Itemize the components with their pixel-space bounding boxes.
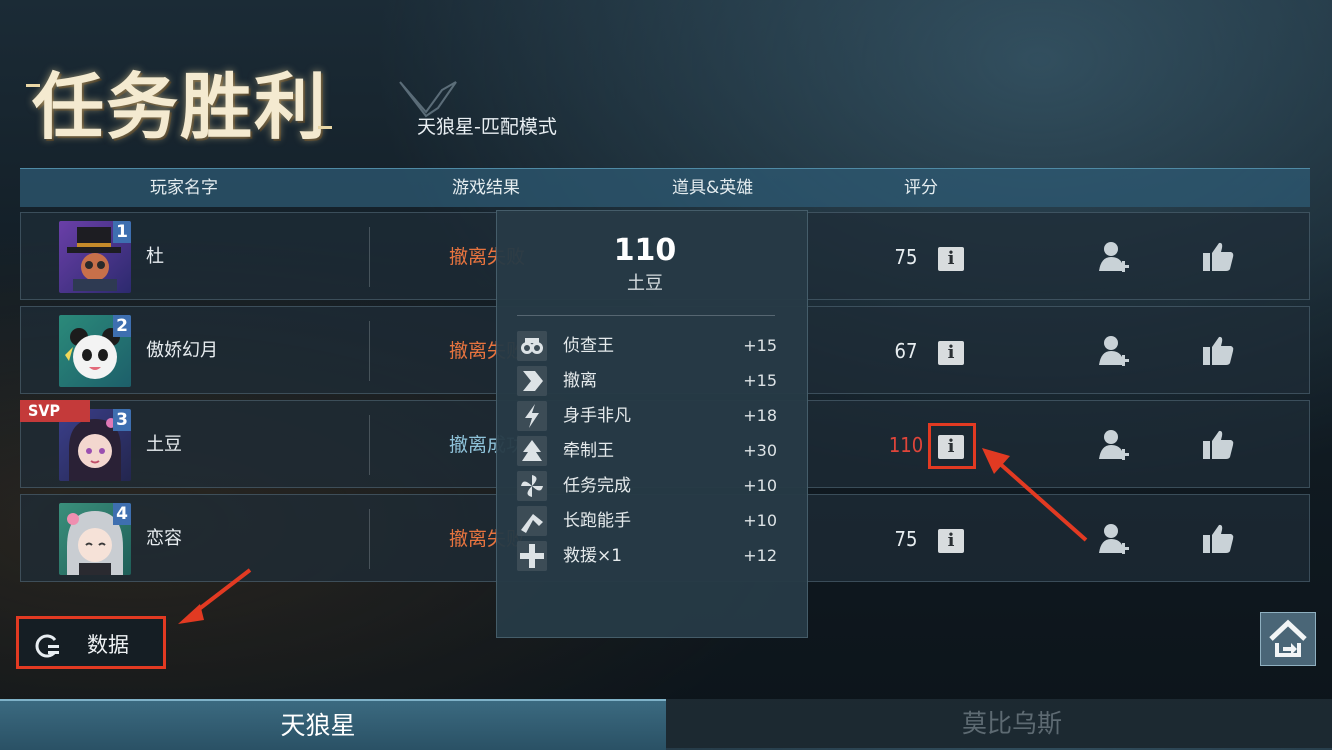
player-name: 杜 bbox=[146, 246, 164, 267]
thumbs-up-icon[interactable] bbox=[1201, 239, 1235, 273]
bonus-label: 牵制王 bbox=[563, 441, 614, 461]
divider bbox=[369, 509, 370, 569]
score-breakdown-popup: 110 土豆 侦查王 +15 撤离 +15 身手非凡 +18 牵制王 +30 任… bbox=[496, 210, 808, 638]
bonus-item: 长跑能手 +10 bbox=[517, 506, 777, 536]
evacuate-arrow-icon bbox=[517, 366, 547, 396]
tree-icon bbox=[517, 436, 547, 466]
player-score: 75 bbox=[894, 527, 918, 551]
divider bbox=[369, 415, 370, 475]
stats-icon bbox=[35, 634, 59, 658]
data-button-label: 数据 bbox=[87, 633, 129, 657]
pinwheel-icon bbox=[517, 471, 547, 501]
data-button[interactable]: 数据 bbox=[16, 616, 166, 669]
bonus-value: +15 bbox=[743, 336, 777, 355]
svp-badge: SVP bbox=[20, 400, 90, 422]
bonus-item: 侦查王 +15 bbox=[517, 331, 777, 361]
highlight-box bbox=[928, 423, 976, 469]
bonus-label: 救援×1 bbox=[563, 546, 623, 566]
divider bbox=[369, 227, 370, 287]
lightning-icon bbox=[517, 401, 547, 431]
bonus-value: +15 bbox=[743, 371, 777, 390]
add-friend-icon[interactable] bbox=[1097, 333, 1131, 367]
add-friend-icon[interactable] bbox=[1097, 239, 1131, 273]
bonus-label: 侦查王 bbox=[563, 336, 614, 356]
runner-icon bbox=[517, 506, 547, 536]
plus-cross-icon bbox=[517, 541, 547, 571]
bonus-value: +12 bbox=[743, 546, 777, 565]
table-header: 玩家名字 游戏结果 道具&英雄 评分 bbox=[20, 168, 1310, 207]
bonus-value: +30 bbox=[743, 441, 777, 460]
tab-mobius[interactable]: 莫比乌斯 bbox=[666, 699, 1332, 748]
bonus-label: 长跑能手 bbox=[563, 511, 631, 531]
player-score: 67 bbox=[894, 339, 918, 363]
col-player-name: 玩家名字 bbox=[150, 178, 218, 198]
rank-badge: 3 bbox=[113, 409, 131, 431]
avatar[interactable]: 1 bbox=[59, 221, 131, 293]
thumbs-up-icon[interactable] bbox=[1201, 521, 1235, 555]
home-icon bbox=[1269, 619, 1307, 657]
player-score: 75 bbox=[894, 245, 918, 269]
bonus-value: +18 bbox=[743, 406, 777, 425]
popup-score: 110 bbox=[613, 233, 677, 268]
popup-divider bbox=[517, 315, 775, 316]
home-button[interactable] bbox=[1260, 612, 1316, 666]
tab-mobius-label: 莫比乌斯 bbox=[961, 709, 1062, 738]
score-info-button[interactable]: i bbox=[938, 529, 964, 553]
tab-sirius-label: 天狼星 bbox=[280, 711, 356, 740]
binoculars-icon bbox=[517, 331, 547, 361]
bonus-label: 任务完成 bbox=[563, 476, 631, 496]
score-info-button[interactable]: i bbox=[938, 247, 964, 271]
tab-sirius[interactable]: 天狼星 bbox=[0, 699, 666, 750]
rank-badge: 1 bbox=[113, 221, 131, 243]
rank-badge: 4 bbox=[113, 503, 131, 525]
player-score: 110 bbox=[888, 433, 924, 457]
thumbs-up-icon[interactable] bbox=[1201, 427, 1235, 461]
bonus-item: 身手非凡 +18 bbox=[517, 401, 777, 431]
bonus-item: 牵制王 +30 bbox=[517, 436, 777, 466]
title-decor-right bbox=[318, 126, 332, 129]
score-info-button[interactable]: i bbox=[938, 341, 964, 365]
col-items-heroes: 道具&英雄 bbox=[672, 178, 754, 198]
bonus-item: 救援×1 +12 bbox=[517, 541, 777, 571]
match-mode-label: 天狼星-匹配模式 bbox=[417, 116, 557, 138]
player-name: 土豆 bbox=[146, 434, 182, 455]
col-score: 评分 bbox=[904, 178, 938, 198]
page-title: 任务胜利 bbox=[32, 64, 329, 149]
popup-player-name: 土豆 bbox=[627, 273, 663, 294]
add-friend-icon[interactable] bbox=[1097, 427, 1131, 461]
rank-badge: 2 bbox=[113, 315, 131, 337]
thumbs-up-icon[interactable] bbox=[1201, 333, 1235, 367]
bonus-label: 撤离 bbox=[563, 371, 597, 391]
avatar[interactable]: 2 bbox=[59, 315, 131, 387]
bonus-value: +10 bbox=[743, 511, 777, 530]
annotation-arrow-icon bbox=[982, 448, 1088, 542]
bonus-value: +10 bbox=[743, 476, 777, 495]
bonus-item: 任务完成 +10 bbox=[517, 471, 777, 501]
annotation-arrow-icon bbox=[178, 568, 252, 624]
col-game-result: 游戏结果 bbox=[452, 178, 520, 198]
add-friend-icon[interactable] bbox=[1097, 521, 1131, 555]
avatar[interactable]: 4 bbox=[59, 503, 131, 575]
divider bbox=[369, 321, 370, 381]
player-name: 傲娇幻月 bbox=[146, 340, 218, 361]
bonus-label: 身手非凡 bbox=[563, 406, 631, 426]
bonus-item: 撤离 +15 bbox=[517, 366, 777, 396]
